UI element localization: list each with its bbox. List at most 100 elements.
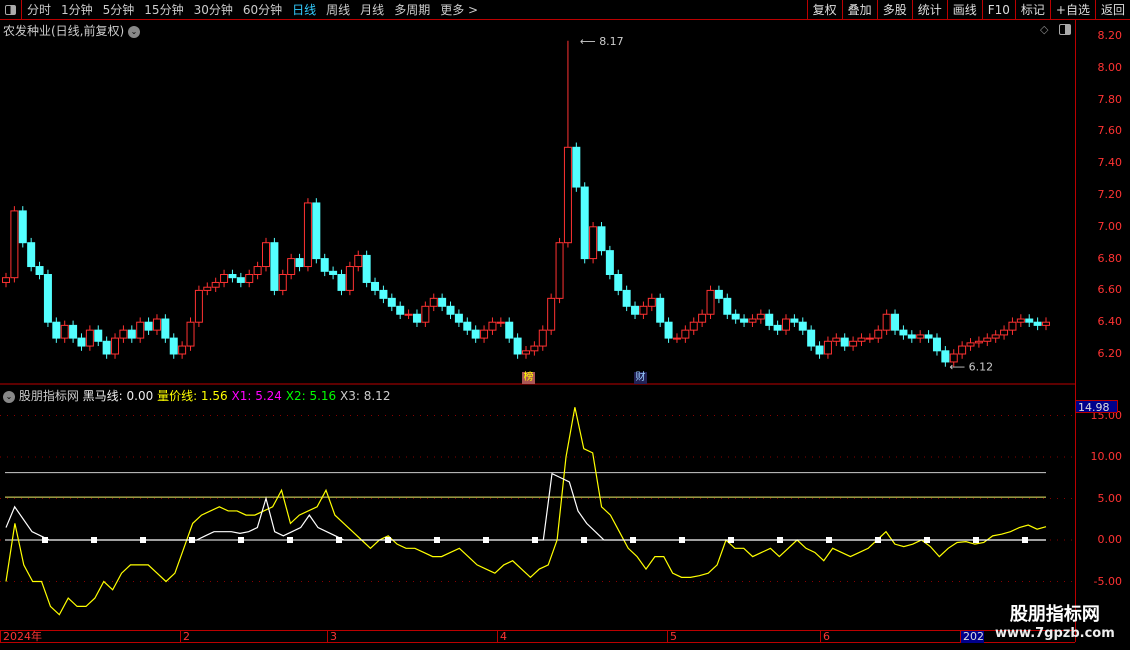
candle-body bbox=[849, 340, 858, 347]
candle-body bbox=[882, 313, 891, 331]
signal-square bbox=[287, 537, 293, 543]
candle-body bbox=[220, 274, 229, 283]
signal-square bbox=[924, 537, 930, 543]
candle-body bbox=[765, 313, 774, 326]
candle-body bbox=[899, 329, 908, 336]
candle-body bbox=[454, 313, 463, 323]
candle-body bbox=[815, 345, 824, 355]
candle-body bbox=[823, 340, 832, 355]
candle-body bbox=[932, 337, 941, 352]
candle-body bbox=[236, 277, 245, 283]
indicator-tick: 0.00 bbox=[1097, 533, 1123, 546]
candle-body bbox=[706, 289, 715, 315]
current-value-badge: 14.98 bbox=[1075, 400, 1118, 414]
candle-body bbox=[194, 289, 203, 323]
high-label: ⟵ 8.17 bbox=[580, 35, 624, 48]
candle-body bbox=[555, 242, 564, 299]
candle-body bbox=[664, 321, 673, 339]
signal-square bbox=[630, 537, 636, 543]
candle-body bbox=[924, 334, 933, 339]
candle-body bbox=[983, 337, 992, 342]
candle-body bbox=[270, 242, 279, 291]
signal-square bbox=[140, 537, 146, 543]
legend-liangjia: 量价线: 1.56 bbox=[157, 389, 228, 403]
candle-body bbox=[69, 324, 78, 339]
candle-body bbox=[689, 321, 698, 331]
candle-body bbox=[77, 337, 86, 347]
candle-body bbox=[991, 334, 1000, 339]
date-label: 202 bbox=[960, 631, 984, 643]
candle-body bbox=[161, 318, 170, 339]
candle-body bbox=[2, 277, 10, 283]
candle-body bbox=[119, 329, 128, 339]
candle-body bbox=[865, 337, 874, 340]
signal-square bbox=[875, 537, 881, 543]
candle-body bbox=[27, 242, 36, 268]
candle-body bbox=[1025, 318, 1034, 323]
price-axis: 8.20 8.00 7.80 7.60 7.40 7.20 7.00 6.80 6.60 6.40… bbox=[1075, 20, 1130, 642]
signal-square bbox=[826, 537, 832, 543]
candle-body bbox=[43, 274, 52, 323]
candle-body bbox=[102, 340, 111, 355]
candle-body bbox=[354, 254, 363, 268]
candle-body bbox=[714, 289, 723, 299]
candle-body bbox=[144, 321, 153, 331]
candle-body bbox=[513, 337, 522, 355]
candle-body bbox=[245, 274, 254, 283]
date-label: 4 bbox=[497, 631, 507, 643]
marker-bang[interactable]: 榜 bbox=[522, 372, 535, 384]
candle-body bbox=[1033, 321, 1042, 326]
candle-body bbox=[211, 281, 220, 288]
candle-body bbox=[798, 321, 807, 331]
candle-body bbox=[1000, 329, 1009, 336]
marker-cai[interactable]: 财 bbox=[634, 372, 647, 384]
candle-body bbox=[178, 345, 187, 355]
candle-body bbox=[387, 297, 396, 307]
signal-square bbox=[777, 537, 783, 543]
chevron-down-icon[interactable]: ⌄ bbox=[3, 390, 15, 403]
candle-body bbox=[111, 337, 120, 355]
candle-body bbox=[421, 305, 430, 323]
candle-body bbox=[52, 321, 61, 339]
signal-square bbox=[581, 537, 587, 543]
candle-body bbox=[488, 321, 497, 331]
candle-body bbox=[169, 337, 178, 355]
candle-body bbox=[303, 202, 312, 268]
indicator-legend: ⌄ 股朋指标网 黑马线: 0.00 量价线: 1.56 X1: 5.24 X2:… bbox=[3, 387, 390, 404]
candle-body bbox=[916, 334, 925, 339]
legend-heima: 黑马线: 0.00 bbox=[82, 389, 154, 403]
candle-body bbox=[60, 324, 69, 339]
candle-body bbox=[287, 258, 296, 276]
legend-x2: X2: 5.16 bbox=[285, 389, 337, 403]
candle-body bbox=[329, 270, 338, 276]
candle-body bbox=[262, 242, 270, 268]
candle-body bbox=[672, 337, 681, 340]
price-tick: 6.60 bbox=[1097, 283, 1123, 297]
date-label: 6 bbox=[820, 631, 830, 643]
candle-body bbox=[35, 266, 44, 275]
watermark-name: 股朋指标网 bbox=[1009, 604, 1100, 625]
candle-body bbox=[463, 321, 472, 331]
candle-body bbox=[538, 329, 547, 347]
candle-body bbox=[320, 258, 329, 272]
signal-square bbox=[42, 537, 48, 543]
candle-body bbox=[379, 289, 388, 299]
candle-body bbox=[522, 350, 530, 355]
candle-body bbox=[1042, 321, 1050, 326]
signal-square bbox=[385, 537, 391, 543]
candle-body bbox=[681, 329, 690, 339]
indicator-name[interactable]: 股朋指标网 bbox=[19, 389, 79, 403]
candle-body bbox=[186, 321, 195, 347]
price-tick: 8.20 bbox=[1097, 29, 1123, 42]
candle-body bbox=[345, 266, 354, 291]
candle-body bbox=[337, 274, 346, 291]
candle-body bbox=[874, 329, 883, 339]
candle-body bbox=[731, 313, 740, 320]
candle-body bbox=[748, 318, 757, 323]
signal-square bbox=[483, 537, 489, 543]
candle-body bbox=[605, 250, 614, 275]
watermark-url: www.7gpzb.com bbox=[995, 626, 1115, 641]
candle-body bbox=[530, 345, 539, 352]
candle-body bbox=[253, 266, 262, 275]
candle-body bbox=[966, 342, 975, 347]
